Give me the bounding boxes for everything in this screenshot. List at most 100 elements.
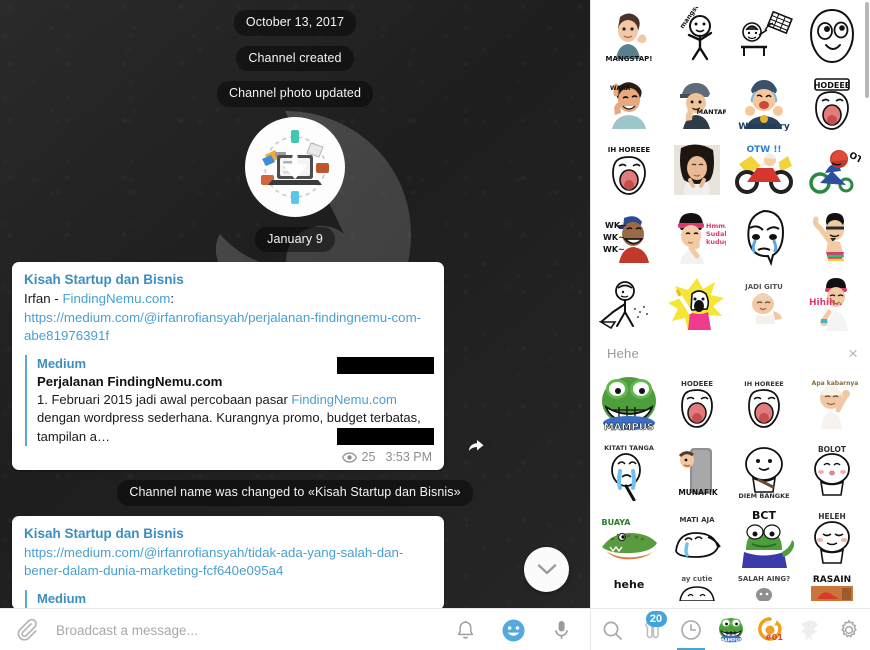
svg-text:Sudah: Sudah — [706, 230, 726, 238]
service-message-row: Channel photo updated — [0, 81, 590, 107]
chat-scroll-area[interactable]: October 13, 2017 Channel created Channel… — [0, 0, 590, 608]
sticker-munafik[interactable]: MUNAFIK — [663, 437, 731, 504]
sticker-crying-man-icon: WannaCry — [739, 79, 790, 132]
sticker-hodeee-2[interactable]: HODEEE — [663, 370, 731, 437]
channel-photo[interactable] — [245, 116, 345, 217]
sticker-wannacry[interactable]: WannaCry — [731, 69, 799, 136]
sticker-dancing-man-icon — [813, 212, 845, 261]
sticker-blob-heleh-icon: HELEH — [814, 512, 851, 564]
sticker-favorites-badge: 20 — [645, 611, 667, 627]
attach-file-button[interactable] — [12, 615, 42, 645]
svg-text:BOLOT: BOLOT — [818, 445, 847, 454]
sticker-shout-face-icon: IH HOREEE — [608, 146, 650, 195]
link-preview[interactable]: Medium Perjalanan FindingNemu.com 1. Feb… — [25, 354, 434, 446]
sticker-thinking-girl-icon: Hmm.. Sudah kuduga — [677, 212, 726, 264]
sticker-navigation: 20 MAMPUS #01 — [590, 609, 870, 650]
sticker-settings-button[interactable] — [832, 610, 866, 650]
message-bubble[interactable]: Kisah Startup dan Bisnis Irfan - Finding… — [12, 262, 444, 470]
sticker-waving-baby-icon: Apa kabarnya — [812, 380, 859, 429]
sticker-shout-face-icon: HODEEE — [681, 380, 713, 428]
svg-text:MANTAP: MANTAP — [696, 108, 725, 116]
sticker-mangstap-stick[interactable]: mangstap jiwa! — [663, 2, 731, 69]
message-bubble[interactable]: Kisah Startup dan Bisnis https://medium.… — [12, 515, 444, 608]
message-text: Irfan - FindingNemu.com: https://medium.… — [24, 290, 433, 346]
sticker-salah-aing-icon: SALAH AING? — [738, 575, 790, 601]
message-meta: 25 3:53 PM — [24, 450, 433, 464]
sticker-wkwkwk[interactable]: WK~ WK~ WK~ — [595, 203, 663, 270]
sticker-grid-top[interactable]: MANGSTAP! mangstap jiwa! — [591, 0, 870, 337]
sticker-derp-face[interactable] — [798, 2, 866, 69]
sticker-otw-trike[interactable]: OTW! — [798, 136, 866, 203]
sticker-heleh[interactable]: HELEH — [798, 504, 866, 571]
sticker-ay-cutie-icon: ay cutie — [678, 575, 715, 601]
sticker-set-faded-button[interactable] — [793, 610, 827, 650]
sticker-otw-motor[interactable]: OTW !! — [731, 136, 799, 203]
message-url-link[interactable]: https://medium.com/@irfanrofiansyah/tida… — [24, 545, 403, 579]
sticker-mangstap[interactable]: MANGSTAP! — [595, 2, 663, 69]
sticker-ih-horeee[interactable]: IH HOREEE — [595, 136, 663, 203]
search-icon — [603, 621, 622, 640]
sticker-diem-bangke[interactable]: DIEM BANGKE — [731, 437, 799, 504]
sticker-jadi-gitu[interactable]: JADI GITU — [731, 270, 799, 337]
scroll-to-bottom-button[interactable] — [524, 547, 569, 592]
sticker-blob-bolot-icon: BOLOT — [814, 445, 851, 496]
sticker-hehe[interactable]: hehe — [595, 571, 663, 603]
preview-desc-link[interactable]: FindingNemu.com — [291, 392, 397, 407]
sticker-bct[interactable]: BCT — [731, 504, 799, 571]
sticker-ay-cutie[interactable]: ay cutie — [663, 571, 731, 603]
svg-text:Apa kabarnya: Apa kabarnya — [812, 380, 859, 387]
message-input[interactable] — [46, 610, 448, 650]
sticker-apa-kabarnya[interactable]: Apa kabarnya — [798, 370, 866, 437]
sticker-grid-bottom[interactable]: MAMPUS HODEEE IH HOREEE Apa kabarnya KIT… — [591, 368, 870, 603]
sticker-cap-guy-icon: MANTAP — [679, 82, 726, 129]
sticker-waaa-point[interactable]: WAAA — [595, 69, 663, 136]
forward-message-button[interactable] — [458, 428, 492, 462]
sticker-ih-horeee-2[interactable]: IH HOREEE — [731, 370, 799, 437]
message-inline-link[interactable]: FindingNemu.com — [62, 291, 170, 306]
sticker-rasain-icon: RASAIN — [811, 574, 854, 601]
sticker-dance-guy[interactable] — [798, 203, 866, 270]
sticker-mampus[interactable]: MAMPUS — [595, 370, 663, 437]
sticker-stick-sweep[interactable] — [595, 270, 663, 337]
sticker-throw-desk[interactable] — [731, 2, 799, 69]
sticker-search-button[interactable] — [595, 610, 629, 650]
service-channel-renamed: Channel name was changed to «Kisah Start… — [117, 480, 473, 506]
sticker-guy-thumbsup-icon: MANGSTAP! — [605, 13, 652, 63]
sticker-favorites-button[interactable]: 20 — [635, 610, 669, 650]
message-author: Kisah Startup dan Bisnis — [24, 525, 184, 541]
date-separator: October 13, 2017 — [233, 10, 357, 36]
sticker-cry-rage[interactable] — [731, 203, 799, 270]
sticker-yellow-shout[interactable] — [663, 270, 731, 337]
message-url-link[interactable]: https://medium.com/@irfanrofiansyah/perj… — [24, 310, 421, 344]
notification-bell-icon[interactable] — [452, 617, 478, 643]
sticker-rasain[interactable]: RASAIN — [798, 571, 866, 603]
emoji-smile-icon[interactable] — [500, 617, 526, 643]
sticker-girl-photo[interactable] — [663, 136, 731, 203]
sticker-salah-aing[interactable]: SALAH AING? — [731, 571, 799, 603]
sticker-hihih[interactable]: Hihih.. — [798, 270, 866, 337]
svg-text:#01: #01 — [765, 633, 783, 642]
svg-text:WAAA: WAAA — [610, 85, 631, 92]
sticker-mantap-thumbsup[interactable]: MANTAP — [663, 69, 731, 136]
views-eye-icon — [341, 451, 357, 463]
link-preview[interactable]: Medium — [25, 589, 433, 608]
sticker-recent-button[interactable] — [674, 610, 708, 650]
sticker-kitati-tanga[interactable]: KITATI TANGA — [595, 437, 663, 504]
sticker-shout-face-icon: IH HOREEE — [745, 380, 784, 428]
bell-icon — [457, 620, 473, 639]
service-message-row: Channel name was changed to «Kisah Start… — [0, 480, 590, 506]
sticker-set-header: Hehe × — [591, 337, 870, 368]
close-icon[interactable]: × — [848, 345, 858, 362]
sticker-set-mampus-button[interactable]: MAMPUS — [714, 610, 748, 650]
sticker-hmm-sudah-kuduga[interactable]: Hmm.. Sudah kuduga — [663, 203, 731, 270]
service-channel-created: Channel created — [236, 45, 354, 71]
sticker-set-boi-button[interactable]: #01 — [753, 610, 787, 650]
sticker-hodeee[interactable]: HODEEE — [798, 69, 866, 136]
sticker-panel[interactable]: MANGSTAP! mangstap jiwa! — [590, 0, 870, 608]
microphone-icon[interactable] — [548, 617, 574, 643]
sticker-baby-icon: JADI GITU — [745, 283, 784, 324]
sticker-buaya[interactable]: BUAYA — [595, 504, 663, 571]
sticker-bolot[interactable]: BOLOT — [798, 437, 866, 504]
sticker-mati-aja[interactable]: MATI AJA — [663, 504, 731, 571]
svg-text:MAMPUS: MAMPUS — [604, 422, 654, 433]
